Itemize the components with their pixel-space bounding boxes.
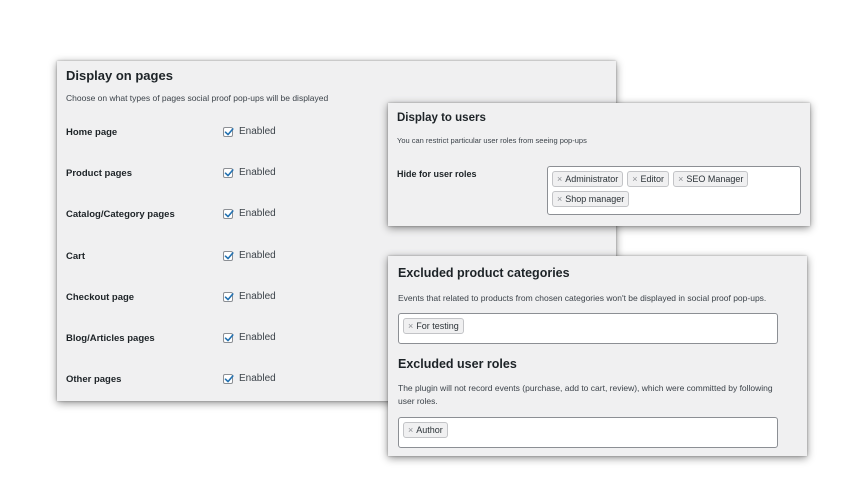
excluded-roles-description: The plugin will not record events (purch… <box>398 383 773 406</box>
page-row-label: Product pages <box>66 168 132 179</box>
remove-tag-icon[interactable]: × <box>678 173 683 185</box>
page-enabled-checkbox[interactable]: Enabled <box>223 167 276 178</box>
selected-tag: × Shop manager <box>552 191 630 207</box>
checkbox-icon[interactable] <box>223 373 234 384</box>
tag-label: For testing <box>416 321 459 331</box>
enabled-label: Enabled <box>239 208 276 219</box>
remove-tag-icon[interactable]: × <box>632 173 637 185</box>
selected-tag: × SEO Manager <box>673 171 749 187</box>
page-enabled-checkbox[interactable]: Enabled <box>223 126 276 137</box>
remove-tag-icon[interactable]: × <box>557 173 562 185</box>
checkbox-icon[interactable] <box>223 167 234 178</box>
user-roles-select[interactable]: × Administrator × Editor × SEO Manager × Shop m… <box>547 166 801 215</box>
panel-title: Display to users <box>397 112 486 124</box>
excluded-roles-select[interactable]: × Author <box>398 417 778 448</box>
selected-tag: × Administrator <box>552 171 624 187</box>
page-row-label: Blog/Articles pages <box>66 333 155 344</box>
page-row-label: Home page <box>66 127 118 138</box>
enabled-label: Enabled <box>239 332 276 343</box>
excluded-roles-title: Excluded user roles <box>398 357 517 371</box>
excluded-categories-select[interactable]: × For testing <box>398 313 778 344</box>
checkbox-icon[interactable] <box>223 291 234 302</box>
selected-tag: × Author <box>403 422 448 438</box>
page-row-label: Cart <box>66 251 86 262</box>
checkbox-icon[interactable] <box>223 332 234 343</box>
remove-tag-icon[interactable]: × <box>408 320 413 332</box>
enabled-label: Enabled <box>239 250 276 261</box>
excluded-categories-title: Excluded product categories <box>398 266 570 280</box>
enabled-label: Enabled <box>239 126 276 137</box>
enabled-label: Enabled <box>239 291 276 302</box>
selected-tag: × For testing <box>403 318 464 334</box>
checkbox-icon[interactable] <box>223 208 234 219</box>
hide-for-user-roles-label: Hide for user roles <box>397 169 477 179</box>
remove-tag-icon[interactable]: × <box>408 424 413 436</box>
page-enabled-checkbox[interactable]: Enabled <box>223 373 276 384</box>
checkbox-icon[interactable] <box>223 250 234 261</box>
panel-description: You can restrict particular user roles f… <box>397 136 587 145</box>
excluded-panel: Excluded product categories Events that … <box>388 256 807 456</box>
page-row-label: Catalog/Category pages <box>66 209 175 220</box>
page-enabled-checkbox[interactable]: Enabled <box>223 208 276 219</box>
tag-label: Shop manager <box>565 194 625 204</box>
checkbox-icon[interactable] <box>223 126 234 137</box>
tag-label: Author <box>416 425 443 435</box>
page-enabled-checkbox[interactable]: Enabled <box>223 291 276 302</box>
page-row-label: Checkout page <box>66 292 135 303</box>
selected-tag: × Editor <box>627 171 670 187</box>
panel-description: Choose on what types of pages social pro… <box>66 93 329 103</box>
tag-label: Administrator <box>565 174 619 184</box>
enabled-label: Enabled <box>239 167 276 178</box>
display-to-users-panel: Display to users You can restrict partic… <box>388 103 810 226</box>
tag-label: Editor <box>640 174 665 184</box>
enabled-label: Enabled <box>239 373 276 384</box>
excluded-categories-description: Events that related to products from cho… <box>398 293 767 303</box>
panel-title: Display on pages <box>66 68 173 83</box>
tag-label: SEO Manager <box>686 174 744 184</box>
page-row-label: Other pages <box>66 374 122 385</box>
remove-tag-icon[interactable]: × <box>557 193 562 205</box>
page-enabled-checkbox[interactable]: Enabled <box>223 332 276 343</box>
page-enabled-checkbox[interactable]: Enabled <box>223 250 276 261</box>
